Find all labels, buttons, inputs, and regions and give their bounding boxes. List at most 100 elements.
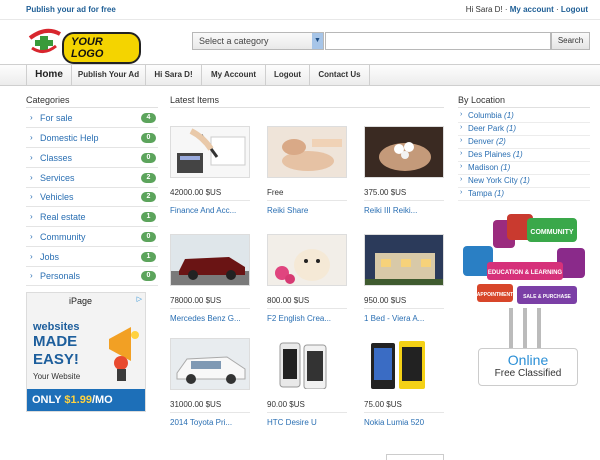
logout-link[interactable]: Logout: [561, 5, 588, 14]
listing-title[interactable]: F2 English Crea...: [267, 314, 331, 323]
category-label: Community: [40, 232, 86, 242]
separator: ·: [502, 5, 510, 14]
count-badge: 0: [141, 133, 156, 143]
location-count: (1): [506, 124, 517, 133]
listing-thumbnail[interactable]: [267, 234, 347, 286]
location-item[interactable]: › New York City (1): [458, 175, 590, 188]
pagination[interactable]: [386, 454, 444, 460]
site-logo[interactable]: YOUR LOGO: [26, 24, 141, 64]
location-count: (1): [504, 111, 514, 120]
category-item[interactable]: › Services 2: [26, 170, 158, 188]
listing-price: 78000.00 $US: [170, 296, 222, 305]
category-item[interactable]: › Jobs 1: [26, 249, 158, 267]
online-text: Online: [507, 352, 549, 368]
category-item[interactable]: › For sale 4: [26, 110, 158, 128]
search-button[interactable]: Search: [551, 32, 590, 50]
publish-ad-link[interactable]: Publish your ad for free: [26, 5, 116, 14]
location-label: Denver (2): [468, 137, 506, 146]
divider: [170, 308, 250, 309]
divider: [364, 200, 444, 201]
listing-thumbnail[interactable]: [364, 126, 444, 178]
category-select[interactable]: Select a category ▼: [192, 32, 324, 50]
my-account-link[interactable]: My account: [510, 5, 554, 14]
nav-logout[interactable]: Logout: [266, 65, 310, 85]
listing-price: Free: [267, 188, 284, 197]
ad-brand: iPage: [69, 296, 93, 306]
location-item[interactable]: › Tampa (1): [458, 188, 590, 201]
category-item[interactable]: › Vehicles 2: [26, 189, 158, 207]
category-item[interactable]: › Personals 0: [26, 268, 158, 286]
count-badge: 0: [141, 153, 156, 163]
chevron-right-icon: ›: [30, 113, 33, 122]
location-item[interactable]: › Madison (1): [458, 162, 590, 175]
listing-thumbnail[interactable]: [364, 234, 444, 286]
category-label: Vehicles: [40, 192, 74, 202]
category-item[interactable]: › Classes 0: [26, 150, 158, 168]
location-label: Des Plaines (1): [468, 150, 523, 159]
nav-publish-ad[interactable]: Publish Your Ad: [72, 65, 146, 85]
advertisement-banner[interactable]: iPage ▷ websites MADE EASY! Your Website…: [26, 292, 146, 412]
listing-thumbnail[interactable]: [364, 338, 444, 390]
listing-price: 42000.00 $US: [170, 188, 222, 197]
listing-price: 375.00 $US: [364, 188, 407, 197]
listing-title[interactable]: Mercedes Benz G...: [170, 314, 241, 323]
sign-community: COMMUNITY: [530, 229, 573, 236]
category-item[interactable]: › Real estate 1: [26, 209, 158, 227]
ad-line: websites: [33, 321, 80, 333]
top-bar: Publish your ad for free Hi Sara D! · My…: [0, 0, 600, 20]
chevron-right-icon: ›: [30, 173, 33, 182]
listing-title[interactable]: Reiki III Reiki...: [364, 206, 417, 215]
listing-title[interactable]: 1 Bed - Viera A...: [364, 314, 424, 323]
ad-line: MADE: [33, 333, 78, 350]
listing-title[interactable]: Finance And Acc...: [170, 206, 236, 215]
category-item[interactable]: › Community 0: [26, 229, 158, 247]
puppy-image: [268, 235, 346, 285]
location-name: Tampa: [468, 189, 493, 198]
location-label: Columbia (1): [468, 111, 514, 120]
listing-thumbnail[interactable]: [170, 338, 250, 390]
divider: [170, 107, 444, 108]
location-item[interactable]: › Denver (2): [458, 136, 590, 149]
listing-title[interactable]: 2014 Toyota Pri...: [170, 418, 232, 427]
category-label: Classes: [40, 153, 73, 163]
category-label: Real estate: [40, 212, 86, 222]
location-name: Columbia: [468, 111, 502, 120]
divider: [26, 107, 158, 108]
listing-thumbnail[interactable]: [170, 126, 250, 178]
location-item[interactable]: › Des Plaines (1): [458, 149, 590, 162]
house-image: [365, 235, 443, 285]
listing-thumbnail[interactable]: [267, 126, 347, 178]
category-label: Services: [40, 173, 75, 183]
category-label: For sale: [40, 113, 73, 123]
listing-thumbnail[interactable]: [170, 234, 250, 286]
ad-price: $1.99: [64, 394, 92, 406]
listing-title[interactable]: HTC Desire U: [267, 418, 317, 427]
chevron-right-icon: ›: [30, 133, 33, 142]
header: YOUR LOGO Select a category ▼ Search: [0, 20, 600, 64]
listing-thumbnail[interactable]: [267, 338, 347, 390]
category-item[interactable]: › Domestic Help 0: [26, 130, 158, 148]
logo-icon: [28, 28, 61, 53]
divider: [267, 308, 347, 309]
separator: ·: [553, 5, 561, 14]
greeting: Hi Sara D!: [465, 5, 503, 14]
reiki-image: [268, 127, 346, 177]
location-count: (2): [496, 137, 506, 146]
main-nav: Home Publish Your Ad Hi Sara D! My Accou…: [0, 64, 600, 86]
nav-contact-us[interactable]: Contact Us: [310, 65, 370, 85]
sign-appointment: APPOINTMENT: [477, 292, 513, 298]
location-item[interactable]: › Columbia (1): [458, 110, 590, 123]
nav-user[interactable]: Hi Sara D!: [146, 65, 202, 85]
reiki-hands-image: [365, 127, 443, 177]
location-item[interactable]: › Deer Park (1): [458, 123, 590, 136]
search-bar: Select a category ▼ Search: [192, 32, 590, 50]
listing-title[interactable]: Reiki Share: [267, 206, 308, 215]
ad-choices-icon[interactable]: ▷: [137, 295, 142, 303]
listing-title[interactable]: Nokia Lumia 520: [364, 418, 424, 427]
search-input[interactable]: [325, 32, 551, 50]
nav-my-account[interactable]: My Account: [202, 65, 266, 85]
chevron-right-icon: ›: [460, 137, 463, 144]
nav-home[interactable]: Home: [26, 65, 72, 85]
online-classified-badge: Online Free Classified: [478, 348, 578, 386]
location-label: Madison (1): [468, 163, 510, 172]
